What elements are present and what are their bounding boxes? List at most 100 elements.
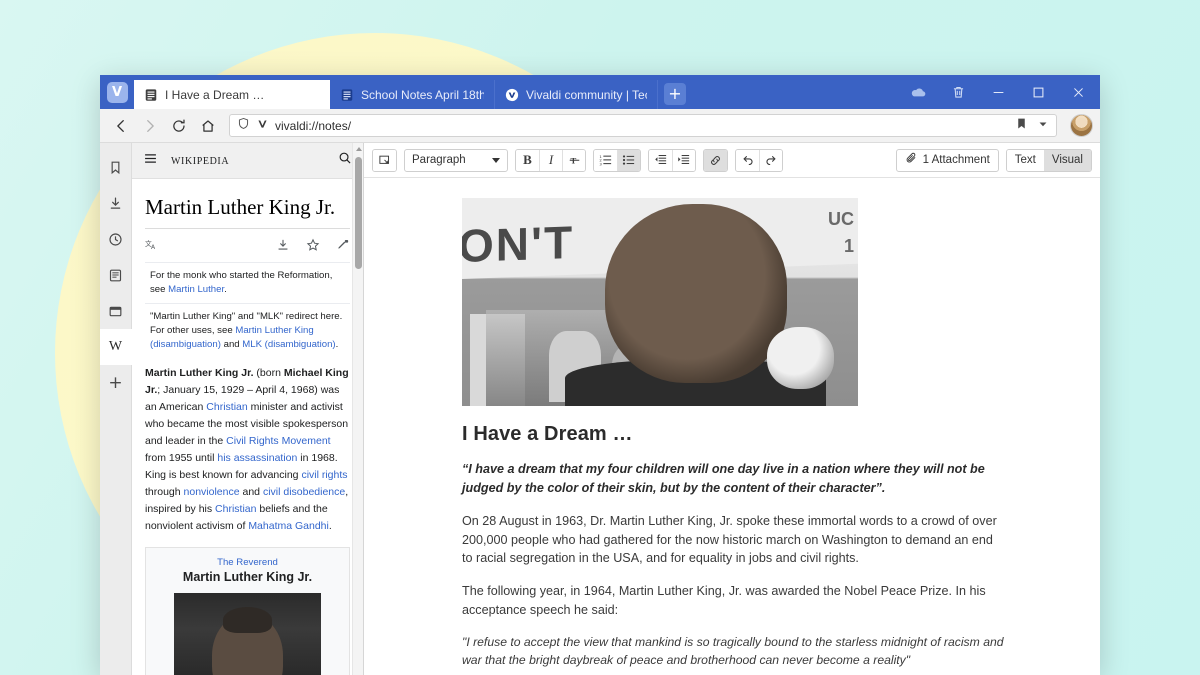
vivaldi-menu-button[interactable]: V: [100, 75, 134, 109]
infobox-portrait-photo: [174, 592, 321, 675]
sidebar-item-bookmarks[interactable]: [100, 149, 132, 185]
search-icon[interactable]: [338, 151, 352, 170]
article-tools: 文A: [145, 229, 350, 262]
browser-window: V I Have a Dream … School Notes April 18…: [100, 75, 1100, 675]
trash-icon[interactable]: [938, 75, 978, 109]
link-civil-disobedience[interactable]: civil disobedience: [263, 486, 345, 498]
paperclip-icon: [905, 152, 918, 168]
link-nonviolence[interactable]: nonviolence: [184, 486, 240, 498]
note-image[interactable]: ON'T UC 1: [462, 198, 858, 406]
link-christian[interactable]: Christian: [206, 401, 247, 413]
new-tab-button[interactable]: +: [664, 83, 686, 105]
url-field[interactable]: vivaldi://notes/: [229, 114, 1057, 137]
mode-visual-button[interactable]: Visual: [1043, 149, 1091, 171]
text-style-group: B I T: [515, 148, 586, 172]
link-mahatma-gandhi[interactable]: Mahatma Gandhi: [248, 520, 329, 532]
bookmark-icon[interactable]: [1015, 117, 1028, 135]
list-group: 123: [593, 148, 641, 172]
link-civil-rights-movement[interactable]: Civil Rights Movement: [226, 435, 330, 447]
star-icon[interactable]: [306, 238, 320, 257]
vivaldi-logo-icon: V: [106, 81, 128, 103]
note-icon: [340, 88, 354, 102]
panel-scrollbar[interactable]: [352, 143, 363, 675]
microphone: [766, 326, 835, 390]
link-his-assassination[interactable]: his assassination: [217, 452, 297, 464]
wikipedia-header: Wikipedia: [132, 143, 363, 179]
tab-vivaldi-community[interactable]: Vivaldi community | Tech fo: [495, 80, 658, 109]
tab-list: I Have a Dream … School Notes April 18th…: [134, 75, 898, 109]
close-icon[interactable]: [1058, 75, 1098, 109]
tab-i-have-a-dream[interactable]: I Have a Dream …: [134, 80, 330, 109]
infobox-name: Martin Luther King Jr.: [182, 569, 313, 584]
redo-icon[interactable]: [759, 149, 782, 171]
wikipedia-web-panel: Wikipedia Martin Luther King Jr. 文A: [132, 143, 364, 675]
block-format-select[interactable]: Paragraph: [404, 148, 508, 172]
scrollbar-up-arrow[interactable]: [356, 147, 362, 151]
ordered-list-icon[interactable]: 123: [594, 149, 617, 171]
outdent-icon[interactable]: [649, 149, 672, 171]
strikethrough-button[interactable]: T: [562, 149, 585, 171]
note-pull-quote: “I have a dream that my four children wi…: [462, 462, 985, 495]
url-text: vivaldi://notes/: [275, 118, 352, 133]
sidebar-item-wikipedia[interactable]: W: [100, 329, 132, 365]
cloud-icon[interactable]: [898, 75, 938, 109]
bullet-list-icon[interactable]: [617, 149, 640, 171]
block-format-value: Paragraph: [412, 154, 466, 166]
profile-avatar[interactable]: [1070, 114, 1093, 137]
language-icon[interactable]: 文A: [145, 238, 160, 257]
svg-text:A: A: [151, 244, 156, 251]
hamburger-icon[interactable]: [143, 151, 158, 171]
undo-icon[interactable]: [736, 149, 759, 171]
infobox-honorific: The Reverend: [217, 556, 278, 568]
mode-text-button[interactable]: Text: [1006, 149, 1044, 171]
sidebar-item-notes[interactable]: [100, 257, 132, 293]
maximize-icon[interactable]: [1018, 75, 1058, 109]
link-mlk-disambiguation-2[interactable]: MLK (disambiguation): [242, 339, 335, 350]
link-civil-rights[interactable]: civil rights: [301, 469, 347, 481]
vivaldi-icon: [505, 88, 519, 102]
link-icon[interactable]: [704, 149, 727, 171]
minimize-icon[interactable]: [978, 75, 1018, 109]
note-heading: I Have a Dream …: [462, 423, 633, 445]
link-christian-2[interactable]: Christian: [215, 503, 256, 515]
forward-button[interactable]: [136, 112, 163, 139]
edit-lock-icon[interactable]: [336, 238, 350, 257]
banner-text-right: UC 1: [828, 209, 854, 257]
download-icon[interactable]: [276, 238, 290, 257]
panel-rail: W +: [100, 143, 132, 675]
attachment-button[interactable]: 1 Attachment: [895, 148, 999, 172]
history-group: [735, 148, 783, 172]
back-button[interactable]: [107, 112, 134, 139]
article-infobox: The Reverend Martin Luther King Jr.: [145, 546, 350, 675]
note-quote-2: "I refuse to accept the view that mankin…: [462, 635, 1004, 667]
chevron-down-icon[interactable]: [1037, 117, 1049, 135]
wikipedia-article-scroll[interactable]: Martin Luther King Jr. 文A For the monk w…: [132, 179, 363, 675]
sidebar-item-window[interactable]: [100, 293, 132, 329]
site-badge-icon: [256, 117, 269, 135]
notes-toolbar-right: 1 Attachment Text Visual: [895, 148, 1092, 172]
reload-button[interactable]: [165, 112, 192, 139]
address-bar: vivaldi://notes/: [100, 109, 1100, 143]
scrollbar-thumb[interactable]: [355, 157, 362, 269]
chevron-down-icon: [492, 157, 500, 163]
svg-text:3: 3: [599, 161, 602, 166]
hatnote-2: "Martin Luther King" and "MLK" redirect …: [145, 302, 350, 358]
insert-image-icon[interactable]: [373, 149, 396, 171]
attachment-label: 1 Attachment: [922, 154, 990, 166]
wikipedia-wordmark: Wikipedia: [171, 152, 230, 168]
link-martin-luther[interactable]: Martin Luther: [168, 284, 224, 295]
article-lead-paragraph: Martin Luther King Jr. (born Michael Kin…: [145, 366, 349, 532]
url-field-actions: [1015, 117, 1049, 135]
notes-content-area[interactable]: ON'T UC 1 I Have a Dream … “I have a drea…: [364, 178, 1100, 675]
sidebar-item-add-panel[interactable]: +: [100, 365, 132, 401]
bold-button[interactable]: B: [516, 149, 539, 171]
notes-toolbar: Paragraph B I T 123 1 Attachment Text Vi…: [364, 143, 1100, 178]
sidebar-item-history[interactable]: [100, 221, 132, 257]
tab-school-notes[interactable]: School Notes April 18th: [330, 80, 495, 109]
tab-strip: V I Have a Dream … School Notes April 18…: [100, 75, 1100, 109]
tab-label: I Have a Dream …: [165, 87, 265, 102]
sidebar-item-downloads[interactable]: [100, 185, 132, 221]
italic-button[interactable]: I: [539, 149, 562, 171]
indent-icon[interactable]: [672, 149, 695, 171]
home-button[interactable]: [194, 112, 221, 139]
